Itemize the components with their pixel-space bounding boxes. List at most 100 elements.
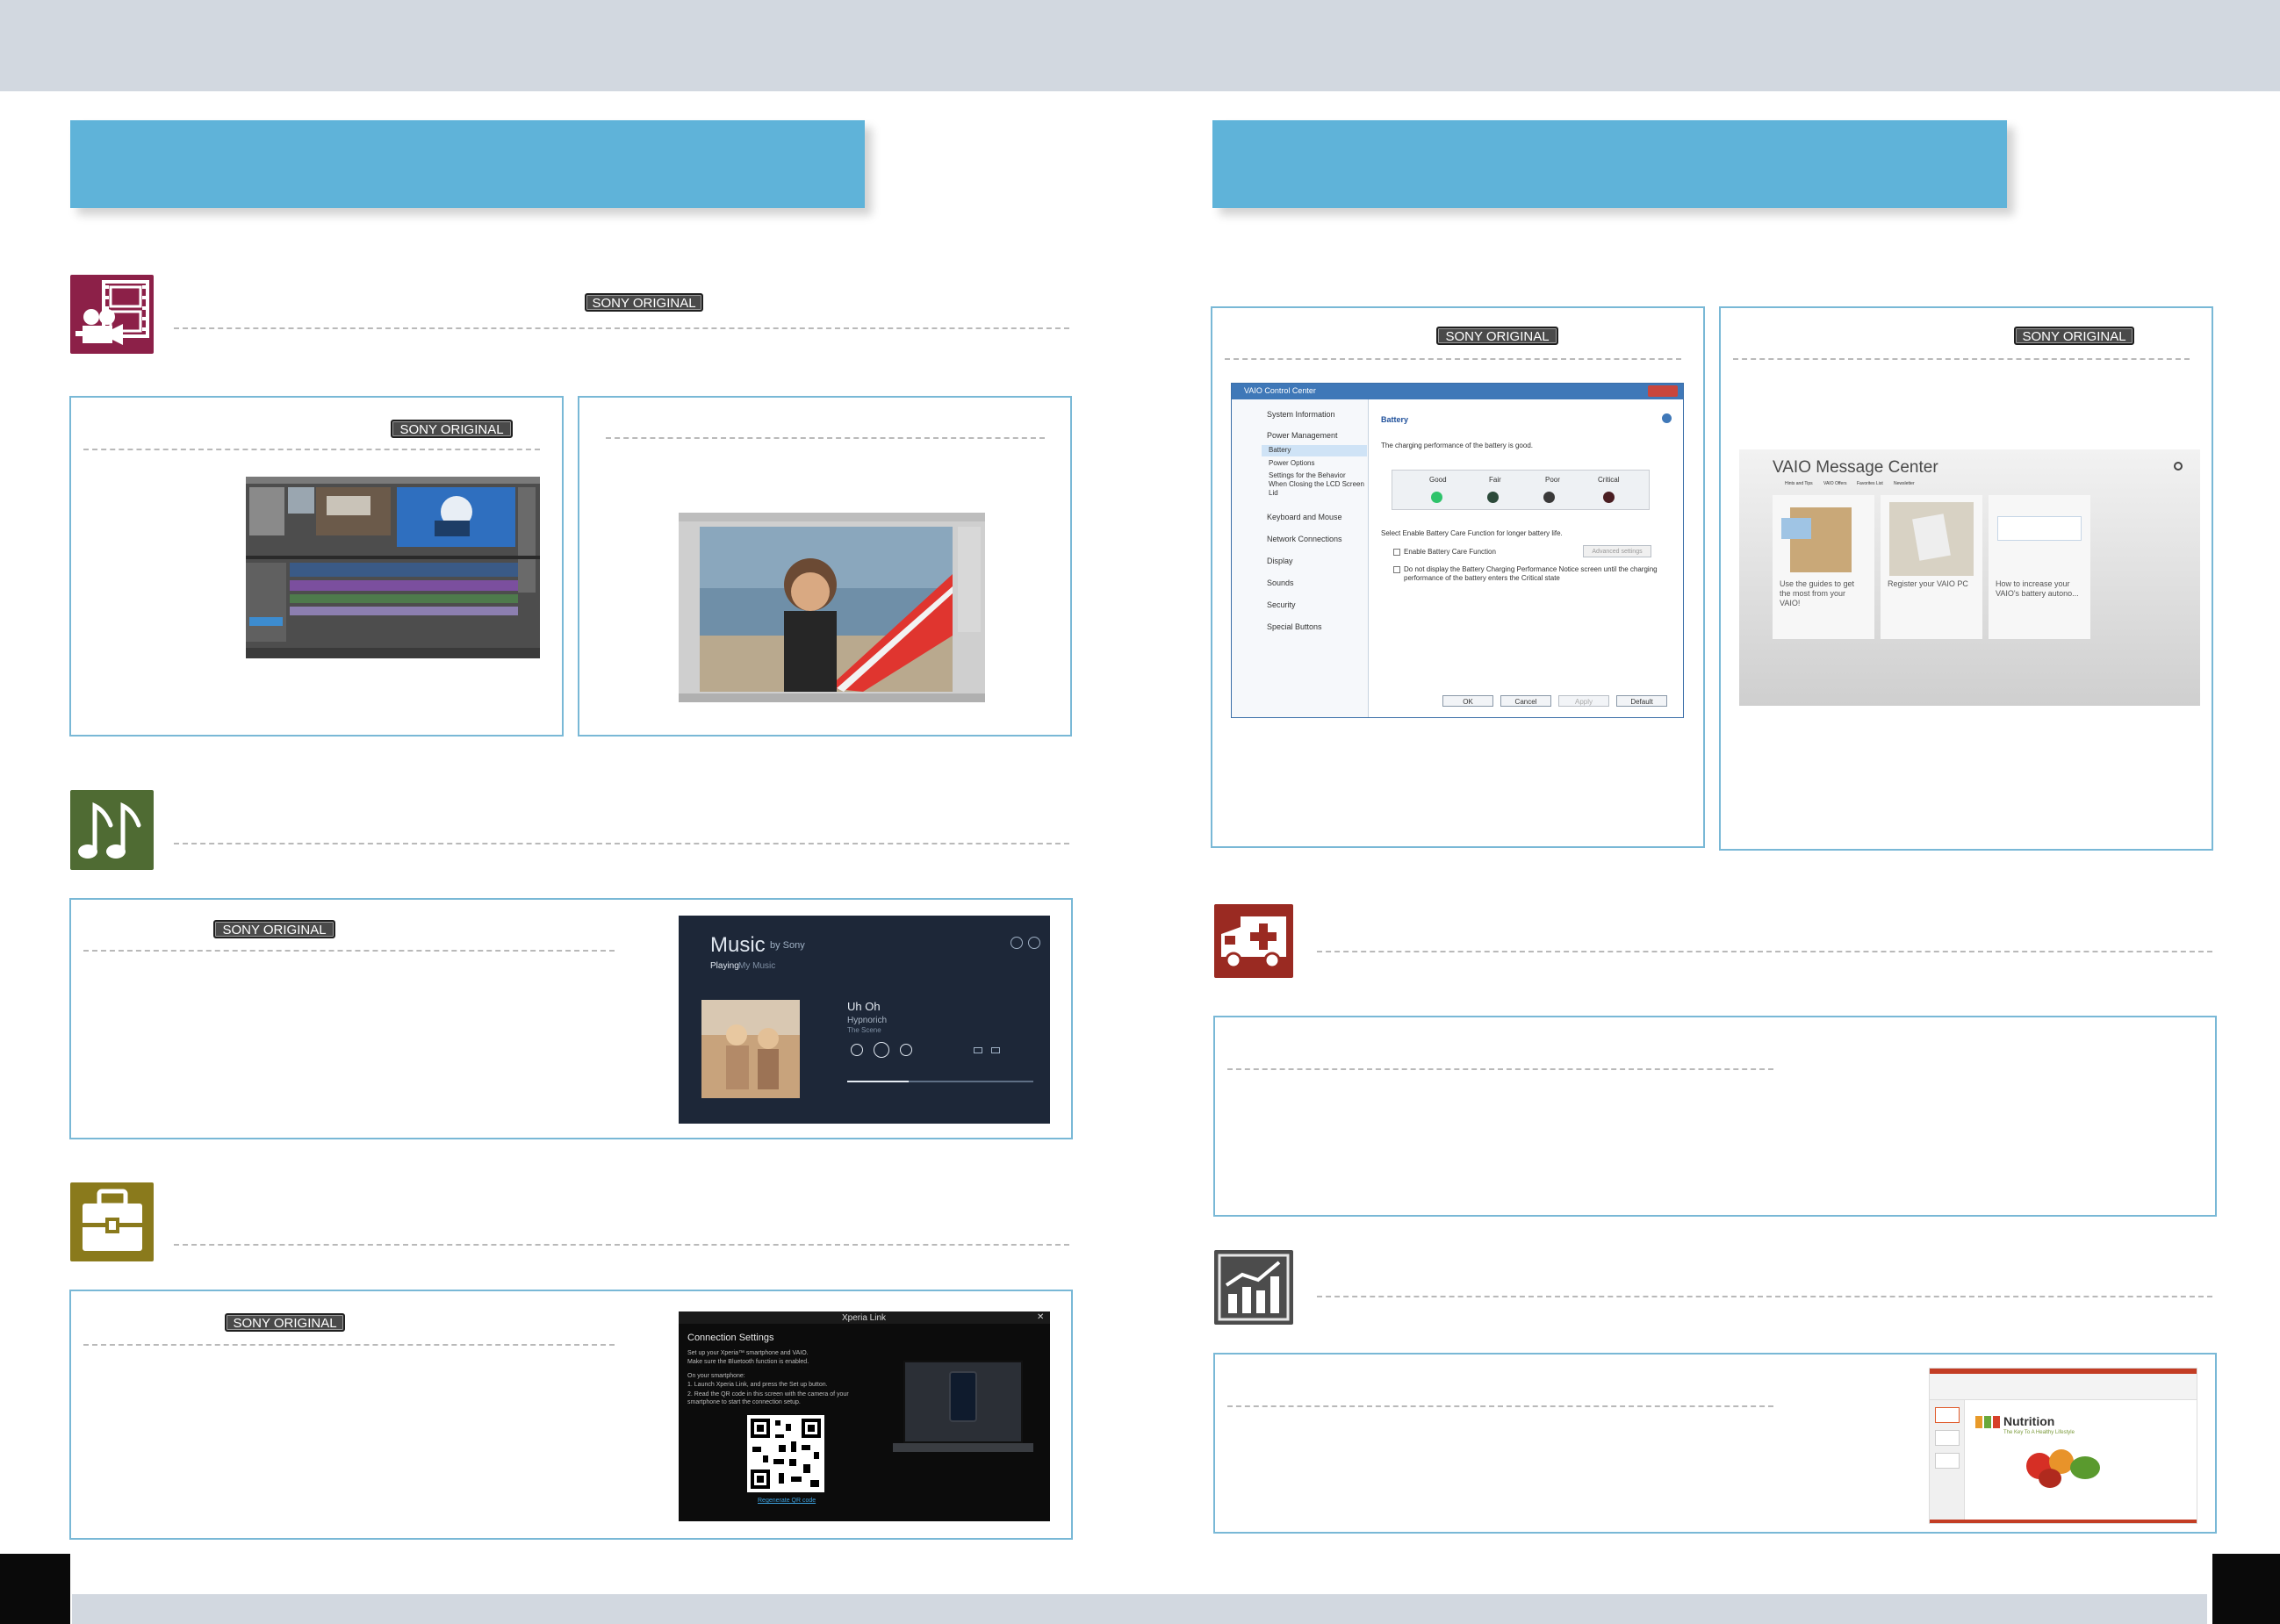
regenerate-qr-link[interactable]: Regenerate QR code xyxy=(758,1498,816,1504)
instruction-text: On your smartphone: xyxy=(687,1373,745,1379)
divider xyxy=(1317,1296,2212,1297)
corner-block-right xyxy=(2212,1554,2280,1624)
xperia-link-screenshot: Xperia Link ✕ Connection Settings Set up… xyxy=(679,1311,1050,1521)
sidebar-item-keyboard-mouse[interactable]: Keyboard and Mouse xyxy=(1267,513,1342,521)
cancel-button[interactable]: Cancel xyxy=(1500,695,1551,707)
music-app-screenshot: Music by Sony Playing My Music Uh Oh Hyp… xyxy=(679,916,1050,1124)
sidebar-item-battery[interactable]: Battery xyxy=(1269,446,1291,454)
card-title: How to increase your VAIO's battery auto… xyxy=(1996,579,2079,598)
sidebar-item-special-buttons[interactable]: Special Buttons xyxy=(1267,622,1322,631)
indicator-critical xyxy=(1603,492,1615,503)
sidebar-item-lid-behavior[interactable]: Settings for the Behavior When Closing t… xyxy=(1269,471,1365,498)
music-app-title: Music xyxy=(710,933,766,957)
default-button[interactable]: Default xyxy=(1616,695,1667,707)
notice-checkbox[interactable] xyxy=(1393,566,1400,573)
album-art xyxy=(701,1000,800,1098)
sony-original-badge: SONY ORIGINAL xyxy=(391,420,513,438)
photo-editor-panel xyxy=(578,396,1072,737)
divider xyxy=(1733,358,2190,360)
sony-original-badge: SONY ORIGINAL xyxy=(1436,327,1558,345)
advanced-settings-button[interactable]: Advanced settings xyxy=(1583,545,1651,557)
sidebar-item-system-information[interactable]: System Information xyxy=(1267,410,1335,419)
apply-button[interactable]: Apply xyxy=(1558,695,1609,707)
indicator-good xyxy=(1431,492,1442,503)
instruction-text: Make sure the Bluetooth function is enab… xyxy=(687,1359,809,1365)
section-banner-left xyxy=(70,120,865,208)
photo-viewer-screenshot xyxy=(679,513,985,702)
sidebar-item-security[interactable]: Security xyxy=(1267,600,1296,609)
next-button[interactable] xyxy=(900,1044,912,1056)
message-card[interactable]: Use the guides to get the most from your… xyxy=(1773,495,1874,639)
instruction-text: 2. Read the QR code in this screen with … xyxy=(687,1391,849,1405)
battery-care-prompt: Select Enable Battery Care Function for … xyxy=(1381,529,1563,537)
sony-original-badge: SONY ORIGINAL xyxy=(213,920,335,938)
xperia-panel: SONY ORIGINAL Xperia Link ✕ Connection S… xyxy=(69,1290,1073,1540)
battery-status: The charging performance of the battery … xyxy=(1381,442,1533,449)
track-title: Uh Oh xyxy=(847,1000,881,1013)
office-panel: Nutrition The Key To A Healthy Lifestyle xyxy=(1213,1353,2217,1534)
message-center-title: VAIO Message Center xyxy=(1773,458,1938,477)
battery-heading: Battery xyxy=(1381,415,1409,424)
sidebar-item-display[interactable]: Display xyxy=(1267,557,1293,565)
battery-level-box: Good Fair Poor Critical xyxy=(1392,470,1650,510)
pause-button[interactable] xyxy=(874,1042,889,1058)
vaio-control-center-screenshot: VAIO Control Center System Information P… xyxy=(1231,383,1684,718)
care-panel xyxy=(1213,1016,2217,1217)
toolbox-icon xyxy=(70,1182,154,1261)
music-notes-icon xyxy=(70,790,154,870)
level-good: Good xyxy=(1429,476,1447,484)
instruction-text: Set up your Xperia™ smartphone and VAIO. xyxy=(687,1350,809,1356)
progress-fill xyxy=(847,1081,909,1082)
track-album: The Scene xyxy=(847,1026,881,1034)
message-card[interactable]: How to increase your VAIO's battery auto… xyxy=(1989,495,2090,639)
video-editor-panel: SONY ORIGINAL xyxy=(69,396,564,737)
chart-icon xyxy=(1214,1250,1293,1325)
sony-original-badge: SONY ORIGINAL xyxy=(225,1313,345,1332)
indicator-poor xyxy=(1543,492,1555,503)
repeat-icon[interactable] xyxy=(991,1047,1000,1053)
section-banner-right xyxy=(1212,120,2007,208)
close-icon[interactable] xyxy=(2174,462,2183,471)
ambulance-icon xyxy=(1214,904,1293,978)
ok-button[interactable]: OK xyxy=(1442,695,1493,707)
tab-favorites[interactable]: Favorites List xyxy=(1857,481,1883,486)
close-icon[interactable] xyxy=(1648,385,1678,397)
sidebar-item-power-management[interactable]: Power Management xyxy=(1267,431,1338,440)
film-camera-icon xyxy=(70,275,154,354)
slide-title: Nutrition xyxy=(2003,1414,2055,1428)
enable-care-label: Enable Battery Care Function xyxy=(1404,548,1496,556)
tab-playing[interactable]: Playing xyxy=(710,961,739,971)
previous-button[interactable] xyxy=(851,1044,863,1056)
sidebar-item-power-options[interactable]: Power Options xyxy=(1269,459,1314,467)
connection-heading: Connection Settings xyxy=(687,1333,774,1343)
sidebar-item-network[interactable]: Network Connections xyxy=(1267,535,1342,543)
tab-offers[interactable]: VAIO Offers xyxy=(1823,481,1847,486)
window-title: VAIO Control Center xyxy=(1244,386,1316,395)
qr-code xyxy=(747,1415,824,1492)
message-card[interactable]: Register your VAIO PC xyxy=(1881,495,1982,639)
indicator-fair xyxy=(1487,492,1499,503)
settings-icon[interactable] xyxy=(1028,937,1040,949)
divider xyxy=(83,1344,615,1346)
enable-care-checkbox[interactable] xyxy=(1393,549,1400,556)
video-editor-screenshot xyxy=(246,477,540,658)
search-icon[interactable] xyxy=(1011,937,1023,949)
close-icon[interactable]: ✕ xyxy=(1037,1312,1044,1322)
track-artist: Hypnorich xyxy=(847,1016,888,1025)
sidebar-item-sounds[interactable]: Sounds xyxy=(1267,578,1294,587)
music-app-by: by Sony xyxy=(770,940,805,951)
tab-newsletter[interactable]: Newsletter xyxy=(1894,481,1915,486)
shuffle-icon[interactable] xyxy=(974,1047,982,1053)
tab-hints[interactable]: Hints and Tips xyxy=(1785,481,1813,486)
tab-my-music[interactable]: My Music xyxy=(738,961,775,971)
bottom-bar xyxy=(72,1594,2207,1624)
divider xyxy=(1317,951,2212,952)
divider xyxy=(1227,1068,1773,1070)
sony-original-badge: SONY ORIGINAL xyxy=(585,293,703,312)
divider xyxy=(83,449,540,450)
help-icon[interactable] xyxy=(1662,413,1672,423)
laptop-base xyxy=(893,1443,1033,1452)
sony-original-badge: SONY ORIGINAL xyxy=(2014,327,2134,345)
divider xyxy=(1227,1405,1773,1407)
notice-label: Do not display the Battery Charging Perf… xyxy=(1404,565,1658,582)
